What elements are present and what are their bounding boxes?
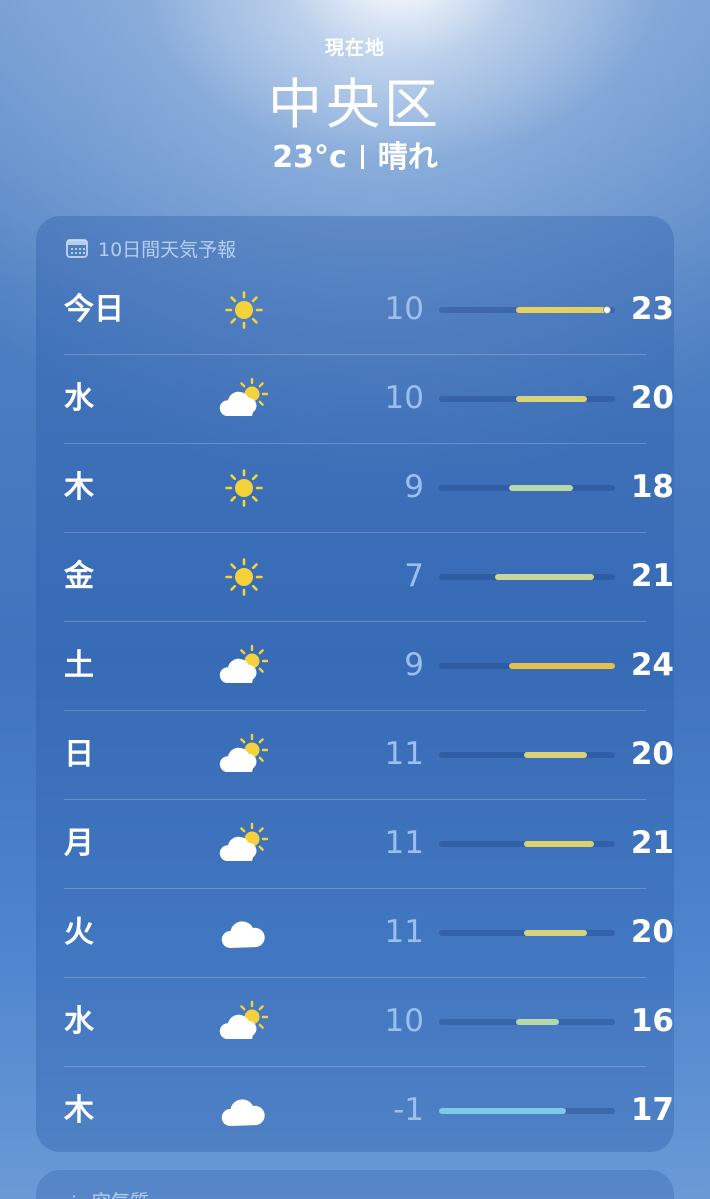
sun-icon <box>216 285 272 335</box>
low-temperature: 11 <box>384 736 424 772</box>
temperature-range-fill <box>439 1108 566 1114</box>
temperature-range-bar <box>439 396 615 402</box>
forecast-card-header: 10日間天気予報 <box>66 235 236 261</box>
low-temperature: 9 <box>404 647 424 683</box>
high-temperature: 20 <box>630 914 674 950</box>
calendar-icon <box>66 238 88 258</box>
temperature-range-fill <box>516 1019 559 1025</box>
temperature-range-fill <box>523 930 587 936</box>
air-quality-header: ⁘ 空気質 <box>66 1187 149 1199</box>
partly-cloudy-icon <box>216 997 272 1047</box>
forecast-row[interactable]: 今日 10 23 <box>64 265 674 354</box>
sun-icon <box>216 552 272 602</box>
high-temperature: 23 <box>630 291 674 327</box>
air-quality-icon: ⁘ <box>66 1190 82 1199</box>
cloud-icon <box>216 908 272 958</box>
forecast-row[interactable]: 金 7 21 <box>64 532 674 621</box>
air-quality-title: 空気質 <box>92 1187 149 1199</box>
forecast-day: 水 <box>64 1004 94 1039</box>
forecast-day: 火 <box>64 915 94 950</box>
high-temperature: 21 <box>630 825 674 861</box>
temperature-range-fill <box>495 574 594 580</box>
forecast-day: 金 <box>64 559 94 594</box>
temperature-range-fill <box>509 485 573 491</box>
low-temperature: 10 <box>384 380 424 416</box>
temperature-range-bar <box>439 1108 615 1114</box>
low-temperature: 9 <box>404 469 424 505</box>
current-temperature: 23°c <box>272 140 347 175</box>
forecast-row[interactable]: 木 9 18 <box>64 443 674 532</box>
temperature-range-bar <box>439 306 615 314</box>
forecast-day: 水 <box>64 381 94 416</box>
temperature-range-bar <box>439 752 615 758</box>
partly-cloudy-icon <box>216 641 272 691</box>
forecast-day: 木 <box>64 470 94 505</box>
city-name: 中央区 <box>268 73 442 136</box>
temperature-range-fill <box>516 396 587 402</box>
forecast-row[interactable]: 木 -1 17 <box>64 1066 674 1155</box>
current-condition: 晴れ <box>377 140 438 175</box>
high-temperature: 18 <box>630 469 674 505</box>
temperature-range-bar <box>439 485 615 491</box>
low-temperature: 11 <box>384 914 424 950</box>
current-summary: 23°c 晴れ <box>0 132 710 176</box>
low-temperature: -1 <box>393 1092 424 1128</box>
partly-cloudy-icon <box>216 374 272 424</box>
low-temperature: 7 <box>404 558 424 594</box>
low-temperature: 10 <box>384 1003 424 1039</box>
temperature-range-fill <box>516 307 608 313</box>
high-temperature: 21 <box>630 558 674 594</box>
air-quality-card[interactable]: ⁘ 空気質 <box>36 1170 674 1199</box>
temperature-range-bar <box>439 574 615 580</box>
cloud-icon <box>216 1086 272 1136</box>
forecast-day: 日 <box>64 737 94 772</box>
partly-cloudy-icon <box>216 730 272 780</box>
temperature-range-bar <box>439 930 615 936</box>
high-temperature: 16 <box>630 1003 674 1039</box>
low-temperature: 11 <box>384 825 424 861</box>
forecast-row[interactable]: 日 11 20 <box>64 710 674 799</box>
high-temperature: 20 <box>630 380 674 416</box>
sun-icon <box>216 463 272 513</box>
forecast-day: 月 <box>64 826 94 861</box>
temperature-range-fill <box>523 841 594 847</box>
forecast-day: 今日 <box>64 292 124 327</box>
forecast-row[interactable]: 水 10 20 <box>64 354 674 443</box>
forecast-row[interactable]: 土 9 24 <box>64 621 674 710</box>
forecast-row[interactable]: 火 11 20 <box>64 888 674 977</box>
location-label: 現在地 <box>324 37 385 59</box>
partly-cloudy-icon <box>216 819 272 869</box>
high-temperature: 24 <box>630 647 674 683</box>
forecast-card-title: 10日間天気予報 <box>98 238 237 261</box>
forecast-day: 土 <box>64 648 94 683</box>
high-temperature: 17 <box>630 1092 674 1128</box>
temperature-range-fill <box>509 663 615 669</box>
ten-day-forecast-card[interactable]: 10日間天気予報 今日 10 23 水 10 20 木 9 18 金 7 21 土 9 24 日 11 20 月 11… <box>36 216 674 1152</box>
high-temperature: 20 <box>630 736 674 772</box>
forecast-row[interactable]: 月 11 21 <box>64 799 674 888</box>
forecast-day: 木 <box>64 1093 94 1128</box>
summary-separator <box>360 145 364 169</box>
temperature-range-fill <box>523 752 587 758</box>
temperature-range-bar <box>439 841 615 847</box>
temperature-range-bar <box>439 1019 615 1025</box>
temperature-range-bar <box>439 663 615 669</box>
low-temperature: 10 <box>384 291 424 327</box>
forecast-row[interactable]: 水 10 16 <box>64 977 674 1066</box>
